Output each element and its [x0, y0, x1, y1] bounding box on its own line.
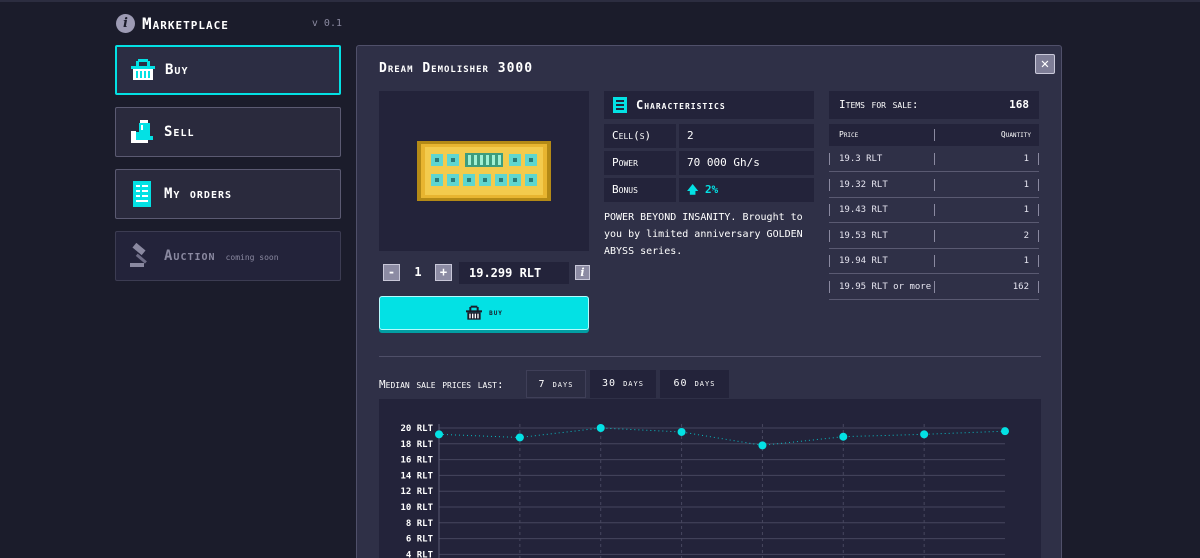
total-price: 19.299 RLT — [459, 262, 569, 284]
sale-price: 19.32 RLT — [839, 180, 888, 190]
column-header-price: Price — [839, 130, 859, 139]
sidebar-item-label: My orders — [164, 186, 233, 202]
y-tick-label: 16 RLT — [400, 456, 433, 466]
characteristic-value-bonus: 🡅 2% — [679, 178, 814, 202]
data-point — [596, 424, 605, 432]
data-point — [435, 430, 443, 439]
sidebar-item-my-orders[interactable]: My orders — [115, 169, 341, 219]
data-point — [1001, 427, 1009, 436]
sale-quantity: 1 — [1023, 154, 1029, 164]
items-for-sale-count: 168 — [1009, 98, 1029, 111]
section-divider — [379, 356, 1041, 357]
hand-bag-icon — [128, 118, 156, 146]
decrease-quantity-button[interactable]: - — [383, 264, 400, 281]
tab-7-days[interactable]: 7 days — [526, 370, 586, 398]
product-panel: ✕ Dream Demolisher 3000 - 1 + 19.299 RLT… — [356, 45, 1062, 558]
chart-canvas: 20 RLT 18 RLT 16 RLT 14 RLT 12 RLT 10 RLT 8 RL… — [400, 424, 1009, 558]
column-header-quantity: Quantity — [1000, 130, 1031, 139]
buy-button[interactable]: buy — [379, 296, 589, 330]
sidebar-item-buy[interactable]: Buy — [115, 45, 341, 95]
sale-price: 19.3 RLT — [839, 154, 883, 164]
series-line — [438, 427, 1006, 446]
characteristic-row-bonus: Bonus 🡅 2% — [604, 178, 814, 202]
marketplace-header: i Marketplace v 0.1 — [116, 12, 342, 36]
tab-30-days[interactable]: 30 days — [590, 370, 656, 398]
info-icon[interactable]: i — [116, 14, 135, 33]
sale-row[interactable]: 19.94 RLT 1 — [829, 249, 1039, 274]
buy-button-label: buy — [489, 308, 503, 318]
sale-price: 19.94 RLT — [839, 256, 888, 266]
arrow-up-icon: 🡅 — [687, 183, 699, 196]
data-point — [758, 441, 767, 450]
sale-quantity: 1 — [1023, 205, 1029, 215]
sidebar-item-label: Sell — [164, 124, 195, 140]
median-price-chart: 20 RLT 18 RLT 16 RLT 14 RLT 12 RLT 10 RLT 8 RL… — [379, 399, 1041, 558]
data-point — [515, 433, 524, 442]
y-tick-label: 20 RLT — [400, 424, 433, 434]
items-for-sale-header: Items for sale: 168 — [829, 91, 1039, 119]
receipt-icon — [128, 180, 156, 208]
sale-row[interactable]: 19.43 RLT 1 — [829, 198, 1039, 223]
items-for-sale-label: Items for sale: — [839, 98, 919, 111]
characteristics-header: Characteristics — [604, 91, 814, 119]
quantity-stepper: - 1 + 19.299 RLT i — [379, 262, 590, 284]
y-tick-label: 4 RLT — [406, 550, 434, 558]
product-image — [379, 91, 589, 251]
characteristic-value: 70 000 Gh/s — [679, 151, 814, 175]
characteristic-row-cells: Cell(s) 2 — [604, 124, 814, 148]
bonus-value: 2% — [704, 183, 719, 196]
characteristic-key: Cell(s) — [604, 124, 676, 148]
gavel-icon — [128, 242, 156, 270]
median-sale-prices-label: Median sale prices last: — [379, 378, 504, 391]
y-tick-label: 8 RLT — [406, 519, 434, 529]
column-divider — [934, 129, 935, 141]
characteristic-key: Power — [604, 151, 676, 175]
y-tick-label: 18 RLT — [400, 440, 433, 450]
tab-60-days[interactable]: 60 days — [660, 370, 729, 398]
basket-icon — [466, 305, 483, 320]
data-point — [839, 432, 848, 441]
sale-row[interactable]: 19.32 RLT 1 — [829, 173, 1039, 198]
sale-table-header: Price Quantity — [829, 124, 1039, 146]
data-point — [677, 427, 686, 436]
top-border — [0, 0, 1200, 2]
basket-icon — [129, 56, 157, 84]
y-tick-label: 6 RLT — [406, 535, 434, 545]
characteristics-title: Characteristics — [636, 98, 726, 112]
sidebar-item-sell[interactable]: Sell — [115, 107, 341, 157]
characteristic-key: Bonus — [604, 178, 676, 202]
sidebar-item-label: Buy — [165, 62, 189, 78]
price-info-icon[interactable]: i — [575, 265, 590, 280]
characteristic-value: 2 — [679, 124, 814, 148]
product-title: Dream Demolisher 3000 — [379, 61, 534, 76]
sidebar-item-auction: Auction coming soon — [115, 231, 341, 281]
data-point — [920, 430, 929, 439]
sale-price: 19.53 RLT — [839, 231, 888, 241]
y-tick-label: 14 RLT — [400, 471, 433, 481]
y-tick-label: 12 RLT — [400, 487, 433, 497]
sale-quantity: 1 — [1023, 256, 1029, 266]
sale-row[interactable]: 19.53 RLT 2 — [829, 224, 1039, 249]
page-title: Marketplace — [142, 14, 229, 33]
quantity-value[interactable]: 1 — [407, 265, 429, 279]
coming-soon-note: coming soon — [225, 253, 279, 262]
sidebar-item-label: Auction — [164, 248, 216, 264]
sale-price: 19.43 RLT — [839, 205, 888, 215]
y-tick-label: 10 RLT — [400, 503, 433, 513]
sale-price: 19.95 RLT or more — [839, 282, 932, 292]
sale-row[interactable]: 19.3 RLT 1 — [829, 147, 1039, 172]
sale-quantity: 2 — [1023, 231, 1029, 241]
version-label: v 0.1 — [311, 18, 342, 29]
sale-quantity: 162 — [1012, 282, 1029, 292]
miner-icon — [417, 141, 551, 201]
sale-quantity: 1 — [1023, 180, 1029, 190]
characteristic-row-power: Power 70 000 Gh/s — [604, 151, 814, 175]
close-button[interactable]: ✕ — [1035, 54, 1055, 74]
document-icon — [613, 97, 627, 113]
product-description: POWER BEYOND INSANITY. Brought to you by… — [604, 212, 803, 257]
sale-row[interactable]: 19.95 RLT or more 162 — [829, 275, 1039, 300]
increase-quantity-button[interactable]: + — [435, 264, 452, 281]
